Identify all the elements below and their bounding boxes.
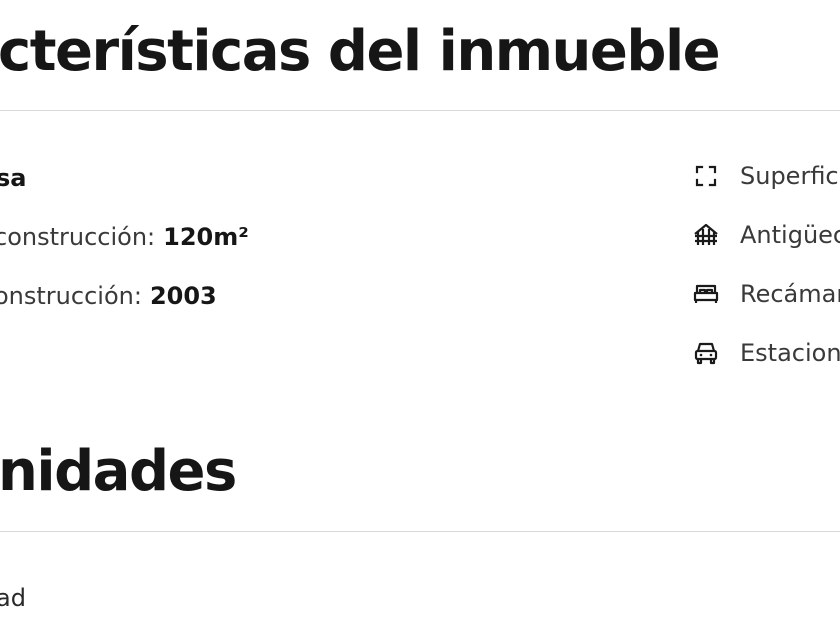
property-details-page: cterísticas del inmueble sa construcción… (0, 0, 840, 630)
features-divider (0, 110, 840, 111)
land-area-item: Superfic (692, 162, 839, 190)
construction-area-value: 120m² (163, 223, 249, 251)
construction-area-label: construcción: (0, 223, 156, 251)
parking-label: Estacion (740, 339, 840, 367)
construction-area-row: construcción: 120m² (0, 225, 249, 249)
construction-year-row: onstrucción: 2003 (0, 284, 217, 308)
bedrooms-item: Recámar (692, 280, 840, 308)
property-type-value: sa (0, 164, 27, 192)
construction-year-value: 2003 (149, 282, 217, 310)
parking-item: Estacion (692, 339, 840, 367)
bed-icon (692, 280, 720, 308)
land-area-label: Superfic (740, 162, 839, 190)
amenities-divider (0, 531, 840, 532)
car-icon (692, 339, 720, 367)
features-section-title: cterísticas del inmueble (0, 19, 721, 84)
construction-year-label: onstrucción: (0, 282, 142, 310)
building-age-icon (692, 221, 720, 249)
building-age-item: Antigüec (692, 221, 840, 249)
amenity-item: ad (0, 584, 26, 612)
bedrooms-label: Recámar (740, 280, 840, 308)
building-age-label: Antigüec (740, 221, 840, 249)
property-type-row: sa (0, 166, 26, 190)
amenities-section-title: nidades (0, 439, 237, 504)
area-frame-icon (692, 162, 720, 190)
